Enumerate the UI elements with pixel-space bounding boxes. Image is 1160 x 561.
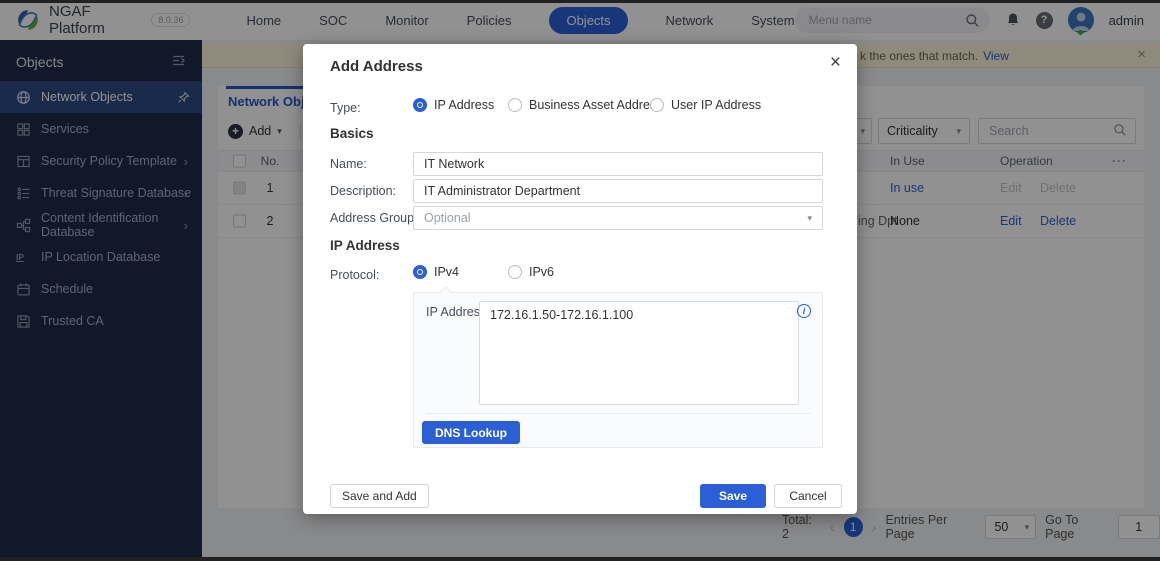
radio-business-asset-address[interactable]: Business Asset Address <box>508 98 662 112</box>
name-label: Name: <box>330 157 367 171</box>
address-group-label: Address Group: <box>330 211 418 225</box>
type-label: Type: <box>330 101 361 115</box>
panel-notch <box>440 286 452 298</box>
description-field[interactable]: IT Administrator Department <box>413 179 823 203</box>
app-window: NGAF Platform 8.0.36 Home SOC Monitor Po… <box>0 0 1160 561</box>
radio-ipv4[interactable]: IPv4 <box>413 265 459 279</box>
radio-ip-address[interactable]: IP Address <box>413 98 494 112</box>
info-icon[interactable]: i <box>797 304 811 318</box>
radio-selected-icon <box>413 98 427 112</box>
name-field[interactable]: IT Network <box>413 152 823 176</box>
radio-selected-icon <box>413 265 427 279</box>
ip-address-textarea[interactable]: 172.16.1.50-172.16.1.100 <box>479 301 799 405</box>
radio-unselected-icon <box>650 98 664 112</box>
radio-unselected-icon <box>508 98 522 112</box>
chevron-down-icon: ▾ <box>807 212 812 223</box>
basics-heading: Basics <box>330 126 374 141</box>
ip-address-panel: IP Address: 172.16.1.50-172.16.1.100 i D… <box>413 286 823 448</box>
modal-title: Add Address <box>330 58 423 75</box>
address-group-select[interactable]: Optional ▾ <box>413 206 823 230</box>
cancel-button[interactable]: Cancel <box>774 484 842 508</box>
radio-unselected-icon <box>508 265 522 279</box>
close-icon[interactable]: × <box>830 52 841 74</box>
ip-address-heading: IP Address <box>330 238 400 253</box>
description-label: Description: <box>330 184 396 198</box>
radio-ipv6[interactable]: IPv6 <box>508 265 554 279</box>
panel-divider <box>426 413 810 414</box>
radio-user-ip-address[interactable]: User IP Address <box>650 98 761 112</box>
add-address-modal: Add Address × Type: IP Address Business … <box>303 44 857 514</box>
protocol-label: Protocol: <box>330 268 380 282</box>
dns-lookup-button[interactable]: DNS Lookup <box>422 421 520 444</box>
save-and-add-button[interactable]: Save and Add <box>330 484 429 508</box>
save-button[interactable]: Save <box>700 484 766 508</box>
